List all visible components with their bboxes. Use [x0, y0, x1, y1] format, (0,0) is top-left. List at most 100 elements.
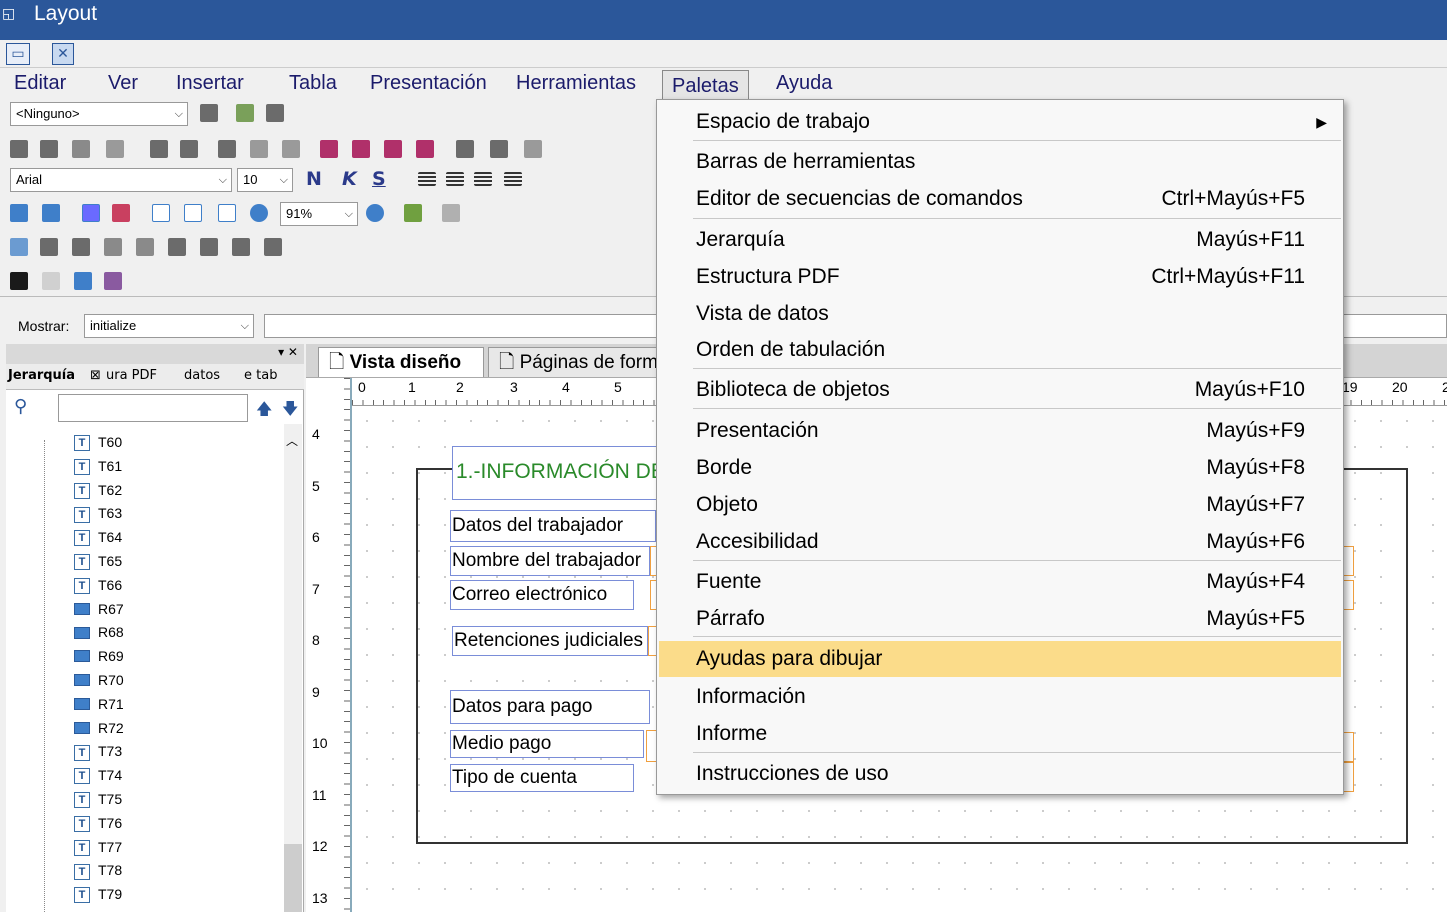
- hierarchy-search-input[interactable]: [58, 394, 248, 422]
- font-select[interactable]: Arial ⌵: [10, 168, 232, 192]
- tree-item[interactable]: T T60: [74, 430, 122, 454]
- tree-item[interactable]: T T63: [74, 501, 122, 525]
- menu-item-orden-de-tabulacion[interactable]: Orden de tabulación: [659, 332, 1341, 368]
- italic-button[interactable]: K: [342, 168, 357, 190]
- toolbar-icon[interactable]: [72, 238, 90, 256]
- scroll-up-icon[interactable]: ︿: [286, 432, 298, 449]
- tree-item[interactable]: T T76: [74, 811, 122, 835]
- toolbar-icon[interactable]: [218, 204, 236, 222]
- tab-datos[interactable]: datos: [184, 368, 220, 383]
- menu-item-informe[interactable]: Informe: [659, 716, 1341, 752]
- toolbar-icon[interactable]: [282, 140, 300, 158]
- mostrar-select[interactable]: initialize ⌵: [84, 314, 254, 338]
- tree-item[interactable]: T T62: [74, 478, 122, 502]
- align-icon[interactable]: [474, 172, 492, 186]
- tab-jerarquia[interactable]: Jerarquía: [8, 368, 75, 383]
- toolbar-icon[interactable]: [10, 204, 28, 222]
- bold-button[interactable]: N: [306, 168, 322, 190]
- menu-item-instrucciones-de-uso[interactable]: Instrucciones de uso: [659, 756, 1341, 792]
- tab-paginas-form[interactable]: 🗋 Páginas de form: [488, 347, 658, 377]
- toolbar-icon[interactable]: [40, 238, 58, 256]
- toolbar-icon[interactable]: [168, 238, 186, 256]
- menu-item-objeto[interactable]: Objeto Mayús+F7: [659, 487, 1341, 523]
- tree-item[interactable]: T T77: [74, 835, 122, 859]
- toolbar-icon[interactable]: [218, 140, 236, 158]
- edit-icon[interactable]: [266, 104, 284, 122]
- menu-paletas[interactable]: Paletas: [662, 70, 749, 100]
- tree-item[interactable]: T T78: [74, 858, 122, 882]
- toolbar-icon[interactable]: [40, 140, 58, 158]
- tree-item[interactable]: R70: [74, 668, 124, 692]
- up-arrow-icon[interactable]: 🡅: [256, 398, 272, 425]
- add-icon[interactable]: [236, 104, 254, 122]
- toolbar-icon[interactable]: [104, 238, 122, 256]
- tree-item[interactable]: R72: [74, 716, 124, 740]
- tab-vista-diseno[interactable]: 🗋 Vista diseño: [318, 347, 484, 377]
- toolbar-icon[interactable]: [456, 140, 474, 158]
- toolbar-icon[interactable]: [42, 272, 60, 290]
- menu-item-presentacion[interactable]: Presentación Mayús+F9: [659, 413, 1341, 449]
- toolbar-icon[interactable]: [404, 204, 422, 222]
- menu-item-vista-de-datos[interactable]: Vista de datos: [659, 296, 1341, 332]
- menu-item-espacio-de-trabajo[interactable]: Espacio de trabajo ▶: [659, 104, 1341, 140]
- toolbar-icon[interactable]: [10, 238, 28, 256]
- toolbar-icon[interactable]: [180, 140, 198, 158]
- menu-item-parrafo[interactable]: Párrafo Mayús+F5: [659, 601, 1341, 637]
- design-field[interactable]: Tipo de cuenta: [450, 764, 634, 792]
- align-icon[interactable]: [418, 172, 436, 186]
- toolbar-icon[interactable]: [320, 140, 338, 158]
- menu-item-barras-de-herramientas[interactable]: Barras de herramientas: [659, 144, 1341, 180]
- design-field[interactable]: Nombre del trabajador: [450, 546, 650, 576]
- tree-item[interactable]: R68: [74, 620, 124, 644]
- menu-insertar[interactable]: Insertar: [172, 72, 248, 95]
- tree-item[interactable]: R69: [74, 644, 124, 668]
- menu-item-ayudas-para-dibujar[interactable]: Ayudas para dibujar: [659, 641, 1341, 677]
- toolbar-icon[interactable]: [264, 238, 282, 256]
- toolbar-icon[interactable]: [10, 140, 28, 158]
- toolbar-icon[interactable]: [490, 140, 508, 158]
- menu-tabla[interactable]: Tabla: [285, 72, 341, 95]
- menu-item-estructura-pdf[interactable]: Estructura PDF Ctrl+Mayús+F11: [659, 259, 1341, 295]
- section-title[interactable]: 1.-INFORMACIÓN DE: [452, 446, 672, 500]
- toolbar-icon[interactable]: [250, 140, 268, 158]
- toolbar-icon[interactable]: [524, 140, 542, 158]
- toolbar-icon[interactable]: [366, 204, 384, 222]
- menu-item-editor-de-secuencias-de-comandos[interactable]: Editor de secuencias de comandos Ctrl+May…: [659, 181, 1341, 217]
- menu-item-biblioteca-de-objetos[interactable]: Biblioteca de objetos Mayús+F10: [659, 372, 1341, 408]
- close-icon[interactable]: ✕: [52, 43, 74, 65]
- menu-item-accesibilidad[interactable]: Accesibilidad Mayús+F6: [659, 524, 1341, 560]
- tree-item[interactable]: T T64: [74, 525, 122, 549]
- toolbar-icon[interactable]: [42, 204, 60, 222]
- toolbar-icon[interactable]: [112, 204, 130, 222]
- menu-editar[interactable]: Editar: [10, 72, 70, 95]
- toolbar-icon[interactable]: [10, 272, 28, 290]
- tree-item[interactable]: T T75: [74, 787, 122, 811]
- toolbar-icon[interactable]: [384, 140, 402, 158]
- zoom-select[interactable]: 91% ⌵: [280, 202, 358, 226]
- scrollbar[interactable]: [284, 424, 302, 912]
- design-field[interactable]: Datos para pago: [450, 690, 650, 724]
- tree-item[interactable]: T T79: [74, 882, 122, 906]
- menu-herramientas[interactable]: Herramientas: [512, 72, 640, 95]
- menu-item-jerarquia[interactable]: Jerarquía Mayús+F11: [659, 222, 1341, 258]
- toolbar-icon[interactable]: [232, 238, 250, 256]
- toolbar-icon[interactable]: [150, 140, 168, 158]
- toolbar-icon[interactable]: [352, 140, 370, 158]
- menu-ayuda[interactable]: Ayuda: [772, 72, 836, 95]
- toolbar-icon[interactable]: [106, 140, 124, 158]
- toolbar-icon[interactable]: [152, 204, 170, 222]
- toolbar-icon[interactable]: [416, 140, 434, 158]
- align-icon[interactable]: [446, 172, 464, 186]
- tab-pdf[interactable]: ura PDF: [106, 368, 157, 383]
- menu-item-fuente[interactable]: Fuente Mayús+F4: [659, 564, 1341, 600]
- restore-icon[interactable]: ▭: [6, 43, 30, 65]
- tree-item[interactable]: T T74: [74, 763, 122, 787]
- tree-item[interactable]: R71: [74, 692, 124, 716]
- close-icon[interactable]: ⊠: [90, 368, 101, 383]
- tree-item[interactable]: T T73: [74, 739, 122, 763]
- tab-tab[interactable]: e tab: [244, 368, 277, 383]
- menu-item-informacion[interactable]: Información: [659, 679, 1341, 715]
- toolbar-icon[interactable]: [442, 204, 460, 222]
- design-field[interactable]: Medio pago: [450, 730, 644, 758]
- tree-item[interactable]: R67: [74, 597, 124, 621]
